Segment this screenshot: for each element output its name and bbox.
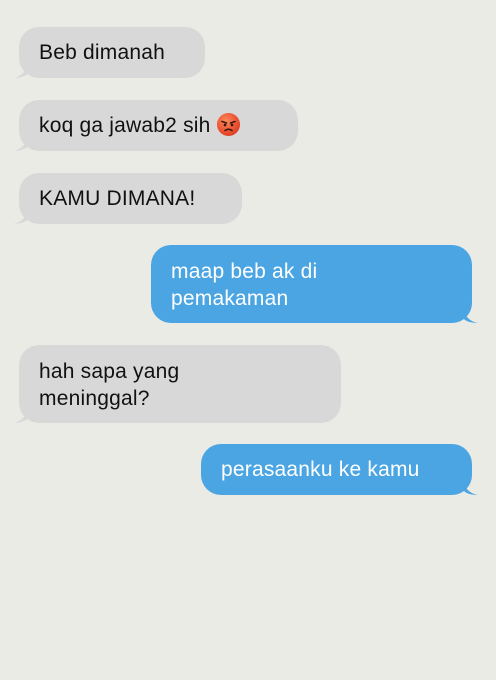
message-text-line: meninggal? <box>39 387 150 410</box>
bubble-tail-icon <box>464 307 478 323</box>
received-message-bubble[interactable]: KAMU DIMANA! <box>13 173 242 224</box>
message-text: KAMU DIMANA! <box>39 187 196 210</box>
sent-message-bubble[interactable]: perasaanku ke kamu <box>201 444 478 495</box>
message-text: perasaanku ke kamu <box>221 458 420 481</box>
message-text-line: pemakaman <box>171 287 289 310</box>
sent-message-bubble[interactable]: maap beb ak di pemakaman <box>151 245 478 323</box>
received-message-bubble[interactable]: Beb dimanah <box>13 27 205 78</box>
received-message-bubble[interactable]: hah sapa yang meninggal? <box>13 345 341 423</box>
bubble-tail-icon <box>13 407 27 423</box>
bubble-tail-icon <box>13 62 27 78</box>
message-text: koq ga jawab2 sih <box>39 114 211 137</box>
message-text-line: maap beb ak di <box>171 260 318 283</box>
received-message-bubble[interactable]: koq ga jawab2 sih <box>13 100 298 151</box>
message-text-line: hah sapa yang <box>39 360 180 383</box>
bubble-tail-icon <box>13 208 27 224</box>
angry-face-emoji-icon <box>216 113 240 136</box>
bubble-tail-icon <box>13 135 27 151</box>
message-text: Beb dimanah <box>39 41 165 64</box>
bubble-tail-icon <box>464 479 478 495</box>
